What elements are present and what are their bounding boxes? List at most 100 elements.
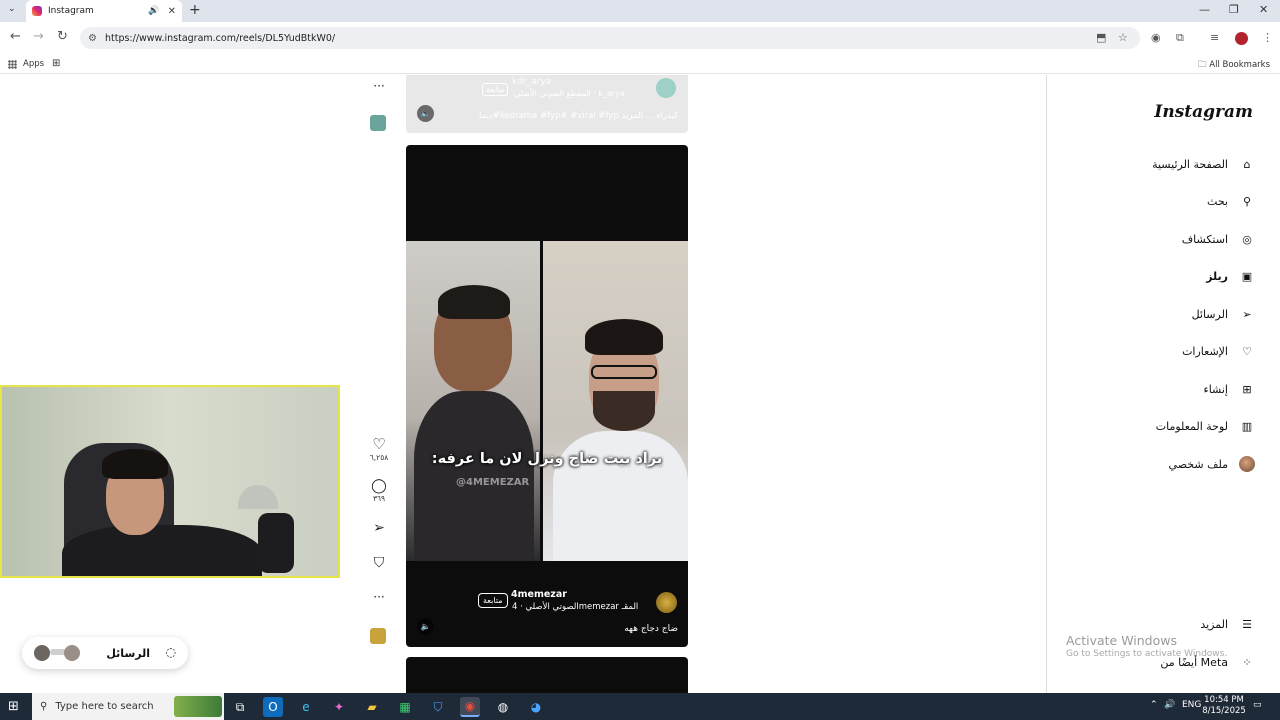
reel-previous-sound[interactable]: المقطع الصوتي الأصلي · k_arya [514, 89, 625, 98]
more-options-icon[interactable]: ··· [368, 79, 390, 93]
follow-button[interactable]: متابعة [478, 593, 508, 608]
audio-avatar[interactable] [370, 115, 386, 131]
chrome-icon[interactable]: ◉ [460, 697, 480, 717]
new-tab-button[interactable]: + [189, 2, 201, 18]
notifications-icon[interactable]: ▭ [1253, 700, 1262, 710]
nav-search[interactable]: بحث ⚲ [1207, 192, 1256, 210]
reel-previous-caption[interactable]: ديما#kedrama #fyp# #viral #fyp كيدراء ..… [479, 111, 678, 121]
more-options-icon[interactable]: ··· [368, 590, 390, 604]
taskbar-search-placeholder: Type here to search [55, 701, 154, 712]
tab-groups-icon[interactable]: ⊞ [52, 58, 60, 69]
forward-button[interactable]: → [33, 29, 44, 44]
reload-button[interactable]: ↻ [57, 29, 68, 44]
video-overlay-text: يراد بيت ضاج ونزل لان ما عرفه: [431, 451, 663, 467]
nav-notifications[interactable]: الإشعارات ♡ [1182, 342, 1256, 360]
reel-previous[interactable]: kdr_arya المقطع الصوتي الأصلي · k_arya م… [406, 75, 688, 133]
instagram-logo[interactable]: Instagram [1154, 102, 1253, 122]
reel-current[interactable]: يراد بيت ضاج ونزل لان ما عرفه: @4MEMEZAR… [406, 145, 688, 647]
nav-dashboard-label: لوحة المعلومات [1155, 419, 1228, 433]
profile-avatar[interactable] [1235, 32, 1248, 45]
reel-sound[interactable]: الصوتي الأصلي · 4memezar المقـ [512, 602, 652, 612]
task-view-icon[interactable]: ⧉ [230, 697, 250, 717]
reel-previous-follow-button[interactable]: متابعة [482, 83, 509, 96]
messages-pill[interactable]: الرسائل ◌ [22, 637, 188, 669]
nav-reels-label: ريلز [1206, 269, 1228, 283]
nav-profile[interactable]: ملف شخصي [1169, 455, 1256, 473]
heart-icon: ♡ [1242, 344, 1252, 358]
menu-icon[interactable]: ⋮ [1262, 31, 1273, 44]
tab-search-icon[interactable]: ⌄ [8, 4, 16, 14]
apps-label: Apps [23, 59, 45, 69]
obs-icon[interactable]: ◍ [493, 697, 513, 717]
site-info-icon[interactable]: ⚙ [88, 33, 97, 44]
reel-previous-username[interactable]: kdr_arya [512, 77, 551, 87]
nav-home[interactable]: الصفحة الرئيسية ⌂ [1152, 155, 1256, 173]
comment-action[interactable]: ◯ ٣٦٩ [368, 478, 390, 503]
nav-messages[interactable]: الرسائل ➢ [1192, 305, 1256, 323]
compass-icon: ◎ [1242, 232, 1252, 246]
taskbar-clock[interactable]: 10:54 PM 8/15/2025 [1202, 695, 1246, 717]
reel-author-avatar[interactable] [656, 592, 677, 613]
nav-explore[interactable]: استكشاف ◎ [1182, 230, 1256, 248]
activate-windows-title: Activate Windows [1066, 633, 1177, 648]
extension-icon[interactable]: ◉ [1151, 31, 1161, 44]
mute-icon[interactable]: 🔈 [417, 105, 434, 122]
save-icon[interactable]: ⛉ [368, 555, 390, 571]
bookmark-star-icon[interactable]: ☆ [1118, 31, 1128, 44]
search-icon: ⚲ [40, 701, 48, 712]
media-icon[interactable]: ≡ [1210, 31, 1219, 44]
reel-caption[interactable]: ضاج دجاج ههه [624, 624, 678, 634]
clock-time: 10:54 PM [1204, 695, 1244, 705]
minimize-button[interactable]: — [1199, 3, 1210, 16]
close-window-button[interactable]: ✕ [1259, 3, 1268, 16]
comment-icon[interactable]: ◯ [368, 478, 390, 494]
address-bar[interactable]: ⚙ https://www.instagram.com/reels/DL5Yud… [80, 27, 1140, 49]
apps-grid-icon: ⁘ [1242, 655, 1252, 669]
microphone-image [258, 513, 294, 573]
copilot-icon[interactable]: ✦ [329, 697, 349, 717]
volume-icon[interactable]: 🔊 [1164, 700, 1175, 710]
install-app-icon[interactable]: ⬒ [1096, 31, 1106, 44]
close-tab-icon[interactable]: ✕ [168, 6, 176, 17]
puzzle-icon[interactable]: ⧉ [1176, 31, 1184, 45]
like-action[interactable]: ♡ ٦,٢٥٨ [368, 435, 390, 462]
folder-icon: 🗀 [1198, 60, 1207, 70]
tray-chevron-icon[interactable]: ⌃ [1150, 700, 1158, 710]
webcam-overlay [0, 385, 340, 578]
browser-toolbar: ← → ↻ ⚙ https://www.instagram.com/reels/… [0, 22, 1280, 54]
store-icon[interactable]: ▦ [395, 697, 415, 717]
comment-count: ٣٦٩ [372, 494, 386, 503]
app-icon[interactable]: ◕ [526, 697, 546, 717]
defender-icon[interactable]: ⛉ [428, 697, 448, 717]
back-button[interactable]: ← [10, 29, 21, 44]
instagram-page: kdr_arya المقطع الصوتي الأصلي · k_arya م… [0, 75, 1280, 693]
all-bookmarks[interactable]: 🗀 All Bookmarks [1198, 59, 1270, 73]
heart-icon[interactable]: ♡ [368, 435, 390, 453]
nav-dashboard[interactable]: لوحة المعلومات ▥ [1156, 417, 1256, 435]
reel-username[interactable]: 4memezar [511, 589, 567, 600]
reel-next[interactable] [406, 657, 688, 693]
reel-previous-avatar[interactable] [656, 78, 676, 98]
share-icon[interactable]: ➢ [368, 520, 390, 536]
dashboard-icon: ▥ [1241, 419, 1253, 433]
apps-bookmark[interactable]: Apps [8, 59, 44, 69]
nav-more[interactable]: المزيد ☰ [1200, 615, 1256, 633]
taskbar-search[interactable]: ⚲ Type here to search [32, 693, 224, 720]
audio-avatar[interactable] [370, 628, 386, 644]
restore-button[interactable]: ❐ [1229, 3, 1239, 16]
edge-icon[interactable]: e [296, 697, 316, 717]
speaker-icon[interactable]: 🔊 [148, 6, 159, 16]
windows-start-icon[interactable]: ⊞ [8, 699, 19, 714]
outlook-icon[interactable]: O [263, 697, 283, 717]
nav-search-label: بحث [1207, 194, 1228, 208]
file-explorer-icon[interactable]: ▰ [362, 697, 382, 717]
mute-icon[interactable]: 🔈 [417, 618, 434, 635]
profile-avatar [1239, 456, 1255, 472]
language-indicator[interactable]: ENG [1182, 700, 1201, 710]
tab-instagram[interactable]: Instagram 🔊 ✕ [26, 0, 182, 22]
nav-create[interactable]: إنشاء ⊞ [1204, 380, 1256, 398]
activate-windows-subtitle: Go to Settings to activate Windows. [1066, 649, 1228, 659]
nav-reels[interactable]: ريلز ▣ [1206, 267, 1256, 285]
nav-notifications-label: الإشعارات [1182, 344, 1228, 358]
tab-strip: ⌄ Instagram 🔊 ✕ + — ❐ ✕ [0, 0, 1280, 22]
